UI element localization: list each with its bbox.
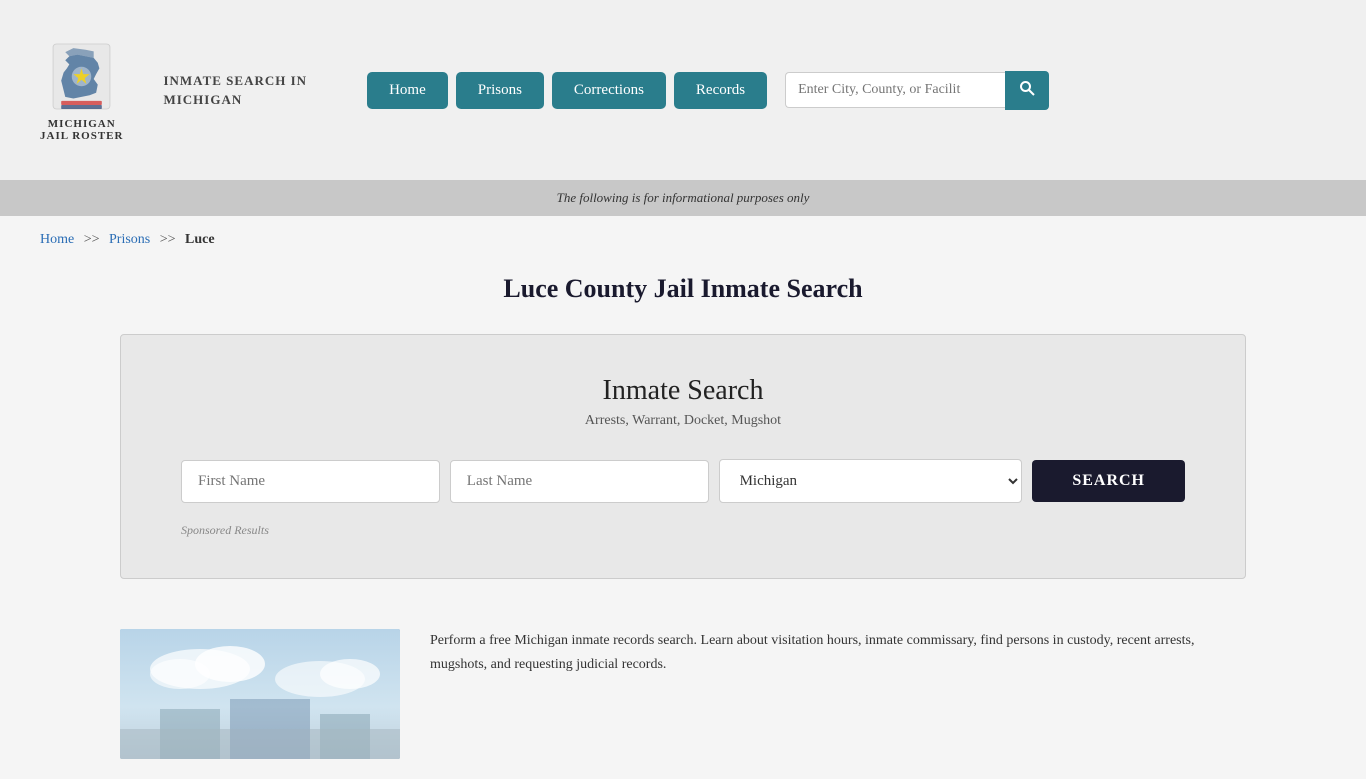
- breadcrumb-current: Luce: [185, 232, 215, 247]
- breadcrumb: Home >> Prisons >> Luce: [0, 216, 1366, 264]
- info-bar: The following is for informational purpo…: [0, 180, 1366, 216]
- logo-area: MICHIGAN JAIL ROSTER: [40, 39, 123, 142]
- search-box-title: Inmate Search: [181, 375, 1185, 407]
- header-search-button[interactable]: [1005, 71, 1049, 110]
- bottom-description: Perform a free Michigan inmate records s…: [430, 629, 1246, 677]
- facility-image: [120, 629, 400, 759]
- breadcrumb-sep2: >>: [160, 232, 176, 247]
- bottom-image: [120, 629, 400, 759]
- search-submit-button[interactable]: SEARCH: [1032, 460, 1185, 502]
- first-name-input[interactable]: [181, 460, 440, 503]
- header-search-input[interactable]: [785, 72, 1005, 108]
- michigan-map-icon: [49, 39, 114, 114]
- header: MICHIGAN JAIL ROSTER INMATE SEARCH IN MI…: [0, 0, 1366, 180]
- search-icon: [1019, 80, 1035, 96]
- breadcrumb-home[interactable]: Home: [40, 232, 74, 247]
- nav-corrections-button[interactable]: Corrections: [552, 72, 666, 109]
- nav-home-button[interactable]: Home: [367, 72, 448, 109]
- site-title: INMATE SEARCH IN MICHIGAN: [163, 71, 307, 110]
- breadcrumb-sep1: >>: [84, 232, 100, 247]
- page-title: Luce County Jail Inmate Search: [40, 274, 1326, 304]
- logo-text: MICHIGAN JAIL ROSTER: [40, 118, 123, 142]
- state-select[interactable]: Michigan: [719, 459, 1023, 503]
- header-search-area: [785, 71, 1049, 110]
- nav-prisons-button[interactable]: Prisons: [456, 72, 544, 109]
- nav-area: Home Prisons Corrections Records: [367, 71, 1326, 110]
- info-bar-text: The following is for informational purpo…: [557, 190, 810, 205]
- last-name-input[interactable]: [450, 460, 709, 503]
- breadcrumb-prisons[interactable]: Prisons: [109, 232, 150, 247]
- search-form: Michigan SEARCH: [181, 459, 1185, 503]
- inmate-search-box: Inmate Search Arrests, Warrant, Docket, …: [120, 334, 1246, 579]
- search-box-subtitle: Arrests, Warrant, Docket, Mugshot: [181, 413, 1185, 429]
- bottom-section: Perform a free Michigan inmate records s…: [0, 609, 1366, 779]
- nav-records-button[interactable]: Records: [674, 72, 767, 109]
- page-title-area: Luce County Jail Inmate Search: [0, 264, 1366, 334]
- sponsored-label: Sponsored Results: [181, 523, 1185, 538]
